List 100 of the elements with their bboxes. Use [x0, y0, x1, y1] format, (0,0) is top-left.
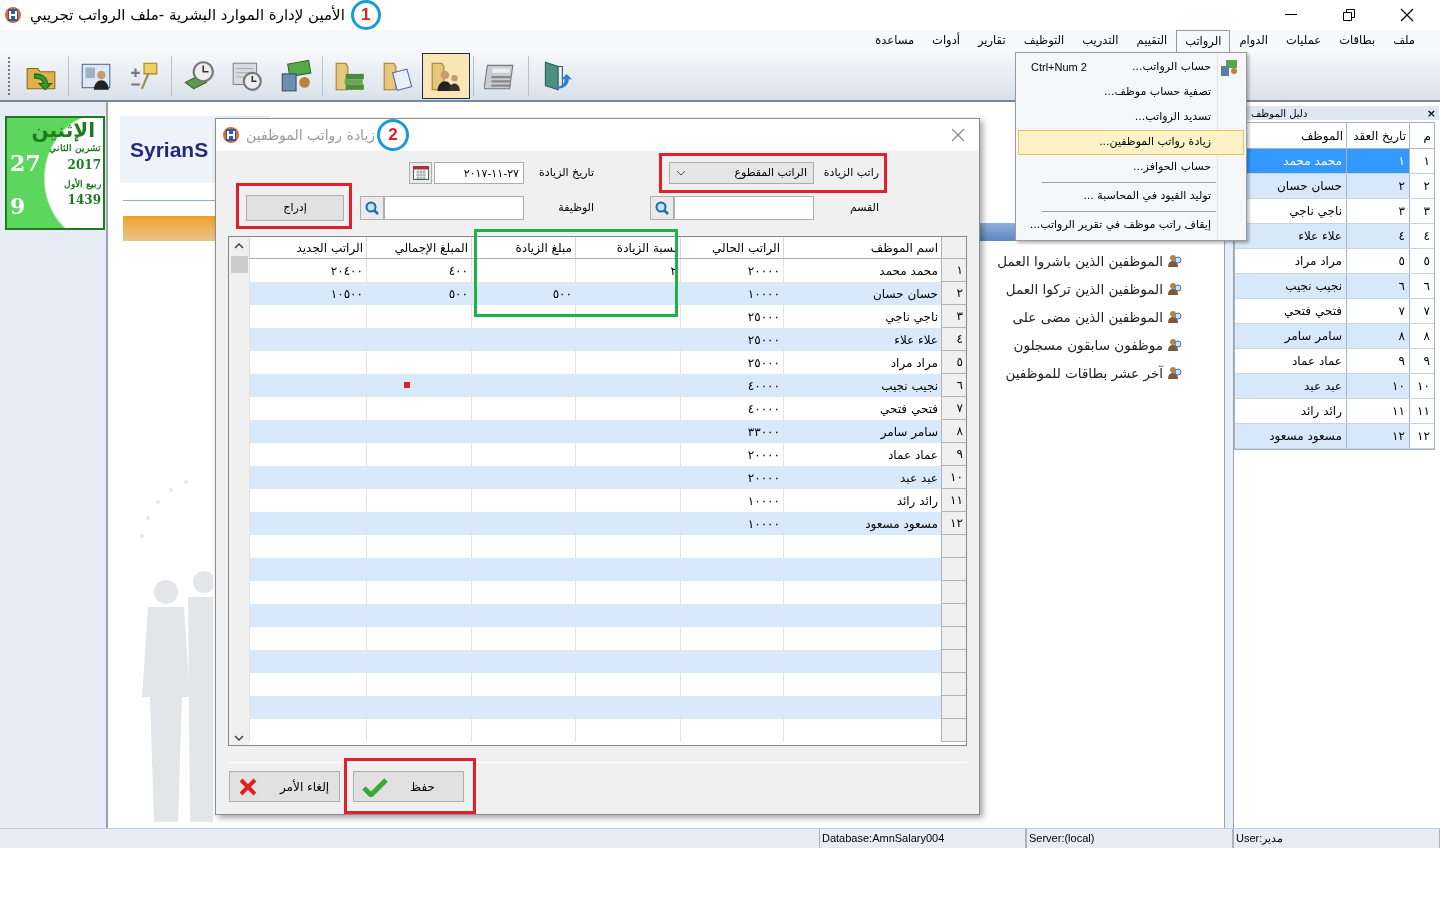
menu-item[interactable]: التدريب	[1073, 30, 1128, 52]
people-search-icon	[1167, 309, 1183, 325]
minimize-icon	[1285, 14, 1297, 16]
row-number: ٦	[941, 374, 966, 397]
people-search-icon	[1167, 365, 1183, 381]
report-link[interactable]: الموظفين الذين تركوا العمل	[1005, 278, 1163, 300]
field-label: تاريخ الزيادة	[538, 164, 594, 181]
table-row[interactable]: ٩ ٩ عماد عماد	[1235, 349, 1434, 374]
row-number: ٩	[941, 443, 966, 466]
close-button[interactable]	[949, 126, 967, 144]
panel-title: دليل الموظف	[1251, 106, 1308, 121]
people-search-icon	[1167, 337, 1183, 353]
people-search-icon	[1167, 281, 1183, 297]
cancel-button[interactable]: إلغاء الأمر	[229, 771, 340, 802]
scroll-thumb[interactable]	[230, 256, 248, 273]
menu-item[interactable]: التوظيف	[1014, 30, 1074, 52]
table-row[interactable]: ١٢ ١٢ مسعود مسعود	[1235, 424, 1434, 449]
year-label: 2017	[67, 156, 101, 174]
row-header-cell	[941, 604, 966, 627]
toolbar-button[interactable]	[422, 53, 470, 99]
chevron-down-icon[interactable]	[234, 735, 244, 741]
column-header[interactable]: مبلغ الزيادة	[471, 237, 575, 258]
table-cell: سامر سامر	[1235, 324, 1346, 348]
table-cell: مسعود مسعود	[1235, 424, 1346, 448]
table-row[interactable]: ٨ ٨ سامر سامر	[1235, 324, 1434, 349]
menu-item[interactable]: الدوام	[1230, 30, 1278, 52]
column-header[interactable]: الراتب الجديد	[249, 237, 366, 258]
menu-item[interactable]: عمليات	[1277, 30, 1331, 52]
menu-item[interactable]: تقارير	[969, 30, 1015, 52]
close-icon	[951, 128, 965, 142]
status-text: User:مدير	[1233, 829, 1440, 848]
search-button[interactable]	[360, 196, 384, 220]
row-number: ١	[941, 259, 966, 282]
table-row[interactable]: ٦ ٦ نجيب نجيب	[1235, 274, 1434, 299]
chevron-up-icon[interactable]	[234, 243, 244, 249]
column-header[interactable]: م	[1409, 123, 1434, 148]
app-icon	[222, 126, 240, 144]
table-row[interactable]: ١٠ ١٠ عبد عبد	[1235, 374, 1434, 399]
row-number: ٣	[941, 305, 966, 328]
calendar-icon	[412, 166, 429, 180]
status-text: Server:(local)	[1026, 829, 1233, 848]
table-cell: ٢	[1346, 174, 1409, 198]
menu-item[interactable]: الرواتب	[1176, 30, 1231, 52]
table-row[interactable]: ١١ ١١ رائد رائد	[1235, 399, 1434, 424]
table-cell: ١٠	[1346, 374, 1409, 398]
report-link[interactable]: آخر عشر بطاقات للموظفين	[1005, 362, 1163, 384]
row-header-cell	[941, 535, 966, 558]
table-cell: ٨	[1346, 324, 1409, 348]
scrollbar[interactable]	[229, 237, 249, 745]
row-number: ٥	[941, 351, 966, 374]
calendar-button[interactable]	[409, 162, 432, 184]
row-header-cell	[941, 558, 966, 581]
hijri-month-label: ربيع الأول	[63, 177, 101, 191]
menu-item[interactable]: بطاقات	[1330, 30, 1385, 52]
menu-item[interactable]: زيادة رواتب الموظفين...	[1018, 130, 1244, 155]
menu-item[interactable]: التقييم	[1127, 30, 1177, 52]
field-label: راتب الزيادة	[822, 164, 879, 181]
menu-item[interactable]: أدوات	[923, 30, 969, 52]
chevron-down-icon	[676, 170, 686, 176]
people-search-icon	[1167, 253, 1183, 269]
date-field[interactable]: ٢٧-١١-٢٠١٧	[434, 162, 524, 184]
row-header-cell	[941, 627, 966, 650]
column-header[interactable]: الراتب الحالي	[680, 237, 783, 258]
row-number: ١٠	[941, 466, 966, 489]
report-link[interactable]: الموظفين الذين باشروا العمل	[997, 250, 1163, 272]
menu-item[interactable]: تصفية حساب موظف...	[1018, 80, 1244, 105]
close-button[interactable]: ×	[1426, 107, 1436, 119]
table-row[interactable]: ٧ ٧ فتحي فتحي	[1235, 299, 1434, 324]
status-text: Database:AmnSalary004	[819, 829, 1026, 848]
table-row[interactable]: ٥ ٥ مراد مراد	[1235, 249, 1434, 274]
insert-button[interactable]: إدراج	[246, 195, 344, 221]
column-header[interactable]: اسم الموظف	[783, 237, 941, 258]
cancel-icon	[238, 776, 258, 797]
menu-item[interactable]: ملف	[1384, 30, 1424, 52]
checkmark-icon	[362, 776, 388, 797]
row-header-cell	[941, 650, 966, 673]
input-field[interactable]	[674, 196, 814, 220]
row-number: ١٢	[941, 512, 966, 535]
search-icon	[364, 200, 380, 216]
hijri-year-label: 1439	[67, 192, 101, 209]
row-number: ٧	[941, 397, 966, 420]
menu-item[interactable]: مساعدة	[866, 30, 924, 52]
row-number: ٨	[941, 420, 966, 443]
day-number: 27	[10, 149, 41, 178]
row-header-cell	[941, 581, 966, 604]
column-header[interactable]: تاريخ العقد	[1346, 123, 1409, 148]
callout-badge: 2	[377, 119, 410, 151]
restore-icon	[1343, 9, 1355, 21]
column-header[interactable]: المبلغ الإجمالي	[366, 237, 471, 258]
row-header-cell	[941, 673, 966, 696]
save-button[interactable]: حفظ	[353, 771, 464, 802]
input-field[interactable]	[384, 196, 524, 220]
table-row[interactable]: ٤ ٤ علاء علاء	[1235, 224, 1434, 249]
table-cell: عبد عبد	[1235, 374, 1346, 398]
report-link[interactable]: الموظفين الذين مضى على	[1012, 306, 1163, 328]
row-header-cell	[941, 719, 966, 742]
row-number: ٢	[941, 282, 966, 305]
dropdown-field[interactable]: الراتب المقطوع	[669, 162, 814, 184]
report-link[interactable]: موظفون سابقون مسجلون	[1013, 334, 1163, 356]
search-button[interactable]	[650, 196, 674, 220]
